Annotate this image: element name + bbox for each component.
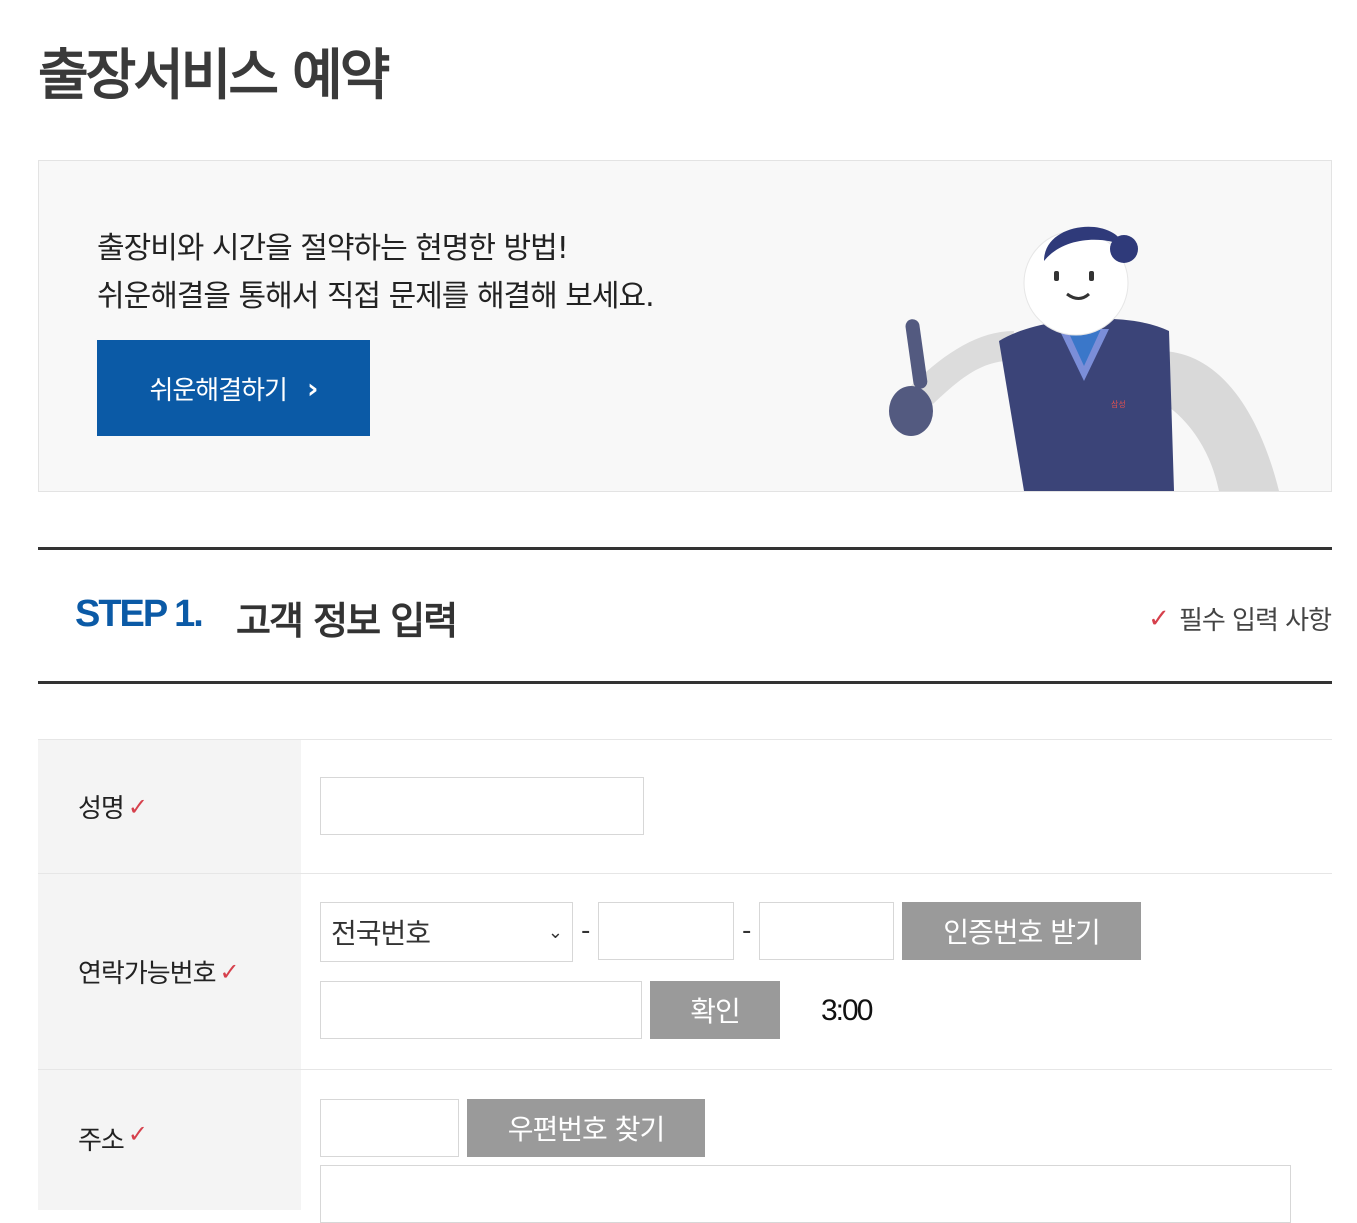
required-note: ✓ 필수 입력 사항 xyxy=(1148,600,1332,637)
chevron-down-icon: ⌄ xyxy=(547,921,563,943)
required-check-icon: ✓ xyxy=(127,1120,148,1148)
phone-dash-2: - xyxy=(742,916,752,946)
phone-label-text: 연락가능번호 xyxy=(78,959,217,989)
name-label-text: 성명 xyxy=(78,794,125,824)
step-title: 고객 정보 입력 xyxy=(236,599,458,643)
find-zip-button[interactable]: 우편번호 찾기 xyxy=(467,1099,705,1157)
zip-code-input[interactable] xyxy=(320,1099,459,1157)
confirm-code-button[interactable]: 확인 xyxy=(650,981,780,1039)
phone-dash-1: - xyxy=(581,916,591,946)
step-number: STEP 1. xyxy=(75,593,204,635)
address-input[interactable] xyxy=(320,1165,1291,1223)
self-help-button-label: 쉬운해결하기 xyxy=(149,375,288,406)
self-help-button[interactable]: 쉬운해결하기 › xyxy=(97,340,370,436)
required-check-icon: ✓ xyxy=(219,957,240,986)
form-row-phone: 연락가능번호 ✓ 전국번호 ⌄ - - 인증번호 받기 확인 3:00 xyxy=(38,873,1332,1069)
request-code-button[interactable]: 인증번호 받기 xyxy=(902,902,1141,960)
service-engineer-mascot: 삼성 xyxy=(889,226,1279,491)
phone-middle-input[interactable] xyxy=(598,902,734,960)
phone-last-input[interactable] xyxy=(759,902,894,960)
address-label: 주소 ✓ xyxy=(38,1070,301,1210)
phone-label: 연락가능번호 ✓ xyxy=(38,874,301,1069)
required-check-icon: ✓ xyxy=(127,792,148,821)
banner-line-1: 출장비와 시간을 절약하는 현명한 방법! xyxy=(97,231,569,266)
page-title: 출장서비스 예약 xyxy=(38,43,390,107)
section-divider-bottom xyxy=(38,681,1332,684)
name-input[interactable] xyxy=(320,777,644,835)
form-row-name: 성명 ✓ xyxy=(38,739,1332,873)
required-note-label: 필수 입력 사항 xyxy=(1178,606,1332,636)
self-help-banner: 출장비와 시간을 절약하는 현명한 방법! 쉬운해결을 통해서 직접 문제를 해… xyxy=(38,160,1332,492)
customer-info-form: 성명 ✓ 연락가능번호 ✓ 전국번호 ⌄ - - 인증번호 받기 확인 3:00 xyxy=(38,739,1332,1223)
area-code-select[interactable]: 전국번호 ⌄ xyxy=(320,902,573,962)
banner-line-2: 쉬운해결을 통해서 직접 문제를 해결해 보세요. xyxy=(97,279,655,314)
form-row-address: 주소 ✓ 우편번호 찾기 xyxy=(38,1069,1332,1223)
address-label-text: 주소 xyxy=(78,1126,125,1156)
checkmark-icon: ✓ xyxy=(1148,603,1170,634)
name-label: 성명 ✓ xyxy=(38,740,301,873)
mascot-badge: 삼성 xyxy=(1111,399,1126,409)
section-divider-top xyxy=(38,547,1332,550)
chevron-right-icon: › xyxy=(306,371,319,405)
verification-code-input[interactable] xyxy=(320,981,642,1039)
verification-timer: 3:00 xyxy=(821,994,873,1027)
area-code-value: 전국번호 xyxy=(331,917,431,950)
